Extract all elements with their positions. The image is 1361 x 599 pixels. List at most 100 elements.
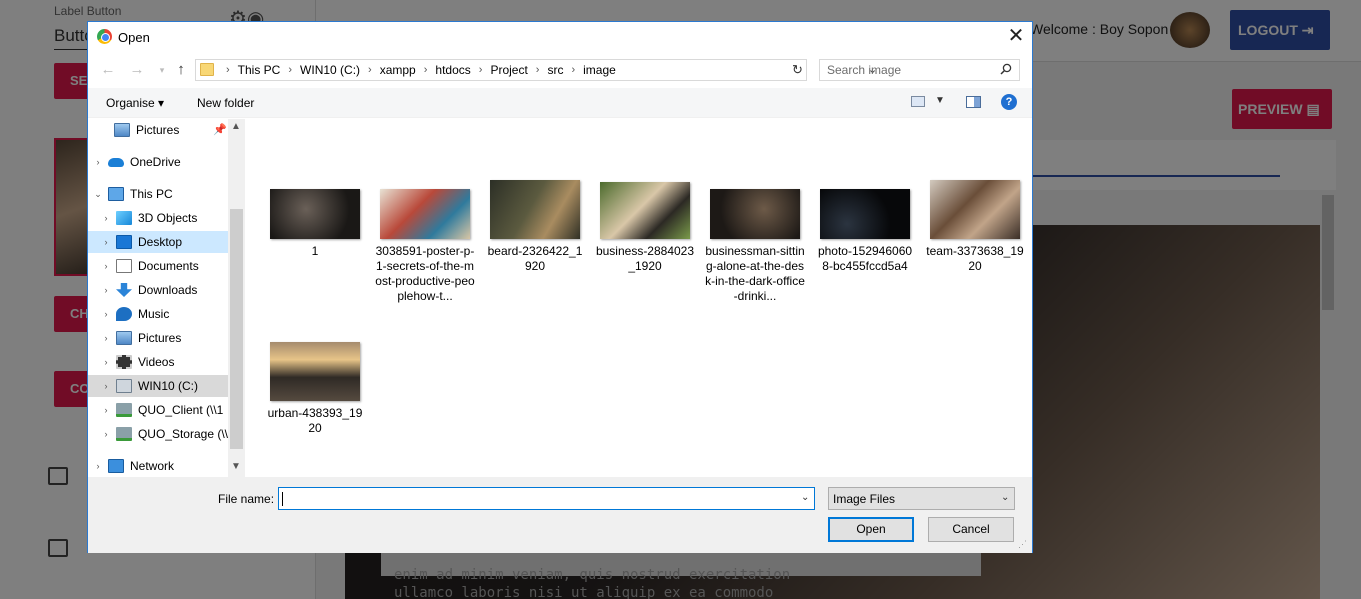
breadcrumb-separator-icon[interactable]: › xyxy=(226,64,230,76)
file-type-value: Image Files xyxy=(833,492,896,506)
desktop-icon xyxy=(116,235,132,249)
file-item[interactable]: business-2884023_1920 xyxy=(595,182,695,274)
chevron-down-icon: ⌄ xyxy=(1001,492,1010,503)
breadcrumb-item[interactable]: src xyxy=(547,63,563,77)
nav-item-network[interactable]: › Network xyxy=(88,455,228,477)
nav-scrollbar[interactable]: ▲ ▼ xyxy=(228,119,245,477)
chevron-right-icon[interactable]: › xyxy=(100,357,112,367)
file-item[interactable]: team-3373638_1920 xyxy=(925,180,1025,274)
nav-item-documents[interactable]: › Documents xyxy=(88,255,228,277)
search-icon[interactable] xyxy=(1000,63,1012,75)
nav-item-downloads[interactable]: › Downloads xyxy=(88,279,228,301)
breadcrumb-item[interactable]: htdocs xyxy=(435,63,470,77)
close-button[interactable]: ✕ xyxy=(1002,25,1030,49)
pictures-icon xyxy=(116,331,132,345)
help-icon[interactable]: ? xyxy=(1001,94,1017,110)
breadcrumb-separator-icon[interactable]: › xyxy=(536,64,540,76)
chevron-right-icon[interactable]: › xyxy=(100,237,112,247)
file-item[interactable]: 3038591-poster-p-1-secrets-of-the-most-p… xyxy=(375,189,475,304)
nav-item-win10-c[interactable]: › WIN10 (C:) xyxy=(88,375,228,397)
file-item[interactable]: businessman-sitting-alone-at-the-desk-in… xyxy=(705,189,805,304)
file-name-text: urban-438393_1920 xyxy=(267,406,363,435)
chevron-right-icon[interactable]: › xyxy=(100,381,112,391)
network-drive-icon xyxy=(115,427,132,441)
file-type-select[interactable]: Image Files ⌄ xyxy=(828,487,1015,510)
file-item[interactable]: urban-438393_1920 xyxy=(265,342,365,436)
chevron-right-icon[interactable]: › xyxy=(100,213,112,223)
breadcrumb-item[interactable]: This PC xyxy=(238,63,281,77)
open-button[interactable]: Open xyxy=(828,517,914,542)
search-input[interactable]: Search image xyxy=(819,59,1020,81)
file-item[interactable]: 1 xyxy=(265,189,365,259)
chevron-right-icon[interactable]: › xyxy=(92,461,104,471)
nav-item-onedrive[interactable]: › OneDrive xyxy=(88,151,228,173)
preview-pane-icon[interactable] xyxy=(966,96,981,108)
breadcrumb-item[interactable]: xampp xyxy=(380,63,416,77)
nav-item-label: 3D Objects xyxy=(138,211,198,225)
dialog-title: Open xyxy=(118,30,150,45)
image-thumbnail xyxy=(490,180,580,239)
breadcrumb-separator-icon[interactable]: › xyxy=(368,64,372,76)
nav-item-label: Network xyxy=(130,459,175,473)
pin-icon: 📌 xyxy=(213,124,227,136)
file-name-dropdown-icon[interactable]: ⌄ xyxy=(801,492,809,503)
forward-arrow-icon[interactable]: → xyxy=(126,60,148,80)
scroll-up-icon[interactable]: ▲ xyxy=(231,121,241,132)
view-dropdown-icon[interactable]: ▼ xyxy=(935,95,945,106)
file-name-input[interactable]: ⌄ xyxy=(278,487,815,510)
breadcrumb-separator-icon[interactable]: › xyxy=(424,64,428,76)
chevron-down-icon[interactable]: ⌄ xyxy=(92,189,104,200)
dialog-titlebar[interactable]: Open ✕ xyxy=(88,22,1032,52)
drive-icon xyxy=(116,379,132,393)
chevron-right-icon[interactable]: › xyxy=(100,261,112,271)
nav-scrollbar-thumb[interactable] xyxy=(230,209,243,449)
nav-item-quo-storage[interactable]: › QUO_Storage (\\ xyxy=(88,423,228,445)
breadcrumb-item[interactable]: WIN10 (C:) xyxy=(300,63,360,77)
nav-item-label: Pictures xyxy=(138,331,182,345)
navigation-row: ← → ▾ ↑ › This PC › WIN10 (C:) › xampp › htdocs… xyxy=(88,58,1032,82)
cancel-button[interactable]: Cancel xyxy=(928,517,1014,542)
chevron-right-icon[interactable]: › xyxy=(100,429,112,439)
nav-item-music[interactable]: › Music xyxy=(88,303,228,325)
change-view-icon[interactable] xyxy=(911,96,925,107)
file-name-text: photo-1529460608-bc455fccd5a4 xyxy=(817,244,913,273)
breadcrumb-separator-icon[interactable]: › xyxy=(571,64,575,76)
image-thumbnail xyxy=(270,342,360,401)
resize-grip-icon[interactable]: ⋰ xyxy=(1018,539,1027,550)
breadcrumb-item[interactable]: image xyxy=(583,63,616,77)
nav-item-3d-objects[interactable]: › 3D Objects xyxy=(88,207,228,229)
file-name-text: business-2884023_1920 xyxy=(595,244,695,273)
address-bar[interactable]: › This PC › WIN10 (C:) › xampp › htdocs › Project… xyxy=(195,59,877,81)
scroll-down-icon[interactable]: ▼ xyxy=(231,461,241,472)
nav-item-this-pc[interactable]: ⌄ This PC xyxy=(88,183,228,205)
breadcrumb-separator-icon[interactable]: › xyxy=(288,64,292,76)
chevron-right-icon[interactable]: › xyxy=(100,309,112,319)
network-drive-icon xyxy=(116,403,132,417)
chevron-right-icon[interactable]: › xyxy=(100,405,112,415)
nav-item-pictures[interactable]: › Pictures xyxy=(88,327,228,349)
new-folder-button[interactable]: New folder xyxy=(197,96,254,110)
image-thumbnail xyxy=(710,189,800,239)
nav-item-desktop[interactable]: › Desktop xyxy=(88,231,228,253)
nav-item-pictures[interactable]: Pictures 📌 xyxy=(88,119,228,141)
file-item[interactable]: photo-1529460608-bc455fccd5a4 xyxy=(815,189,915,274)
up-arrow-icon[interactable]: ↑ xyxy=(170,60,192,80)
refresh-icon[interactable]: ↻ xyxy=(789,59,807,81)
nav-item-quo-client-1[interactable]: › QUO_Client (\\1 xyxy=(88,399,228,421)
open-file-dialog: Open ✕ ← → ▾ ↑ › This PC › WIN10 (C:) › xampp… xyxy=(87,21,1033,553)
file-item[interactable]: beard-2326422_1920 xyxy=(485,180,585,274)
videos-icon xyxy=(116,355,132,369)
chevron-right-icon[interactable]: › xyxy=(100,333,112,343)
breadcrumb-separator-icon[interactable]: › xyxy=(479,64,483,76)
chevron-right-icon[interactable]: › xyxy=(92,157,104,167)
chrome-icon xyxy=(97,29,112,44)
pictures-icon xyxy=(114,123,130,137)
chevron-right-icon[interactable]: › xyxy=(100,285,112,295)
nav-item-label: Music xyxy=(138,307,170,321)
nav-item-videos[interactable]: › Videos xyxy=(88,351,228,373)
organise-menu[interactable]: Organise ▾ xyxy=(106,96,164,110)
back-arrow-icon[interactable]: ← xyxy=(97,60,119,80)
search-placeholder: Search image xyxy=(827,63,902,77)
breadcrumb-item[interactable]: Project xyxy=(490,63,527,77)
nav-item-label: QUO_Client (\\1 xyxy=(138,403,224,417)
